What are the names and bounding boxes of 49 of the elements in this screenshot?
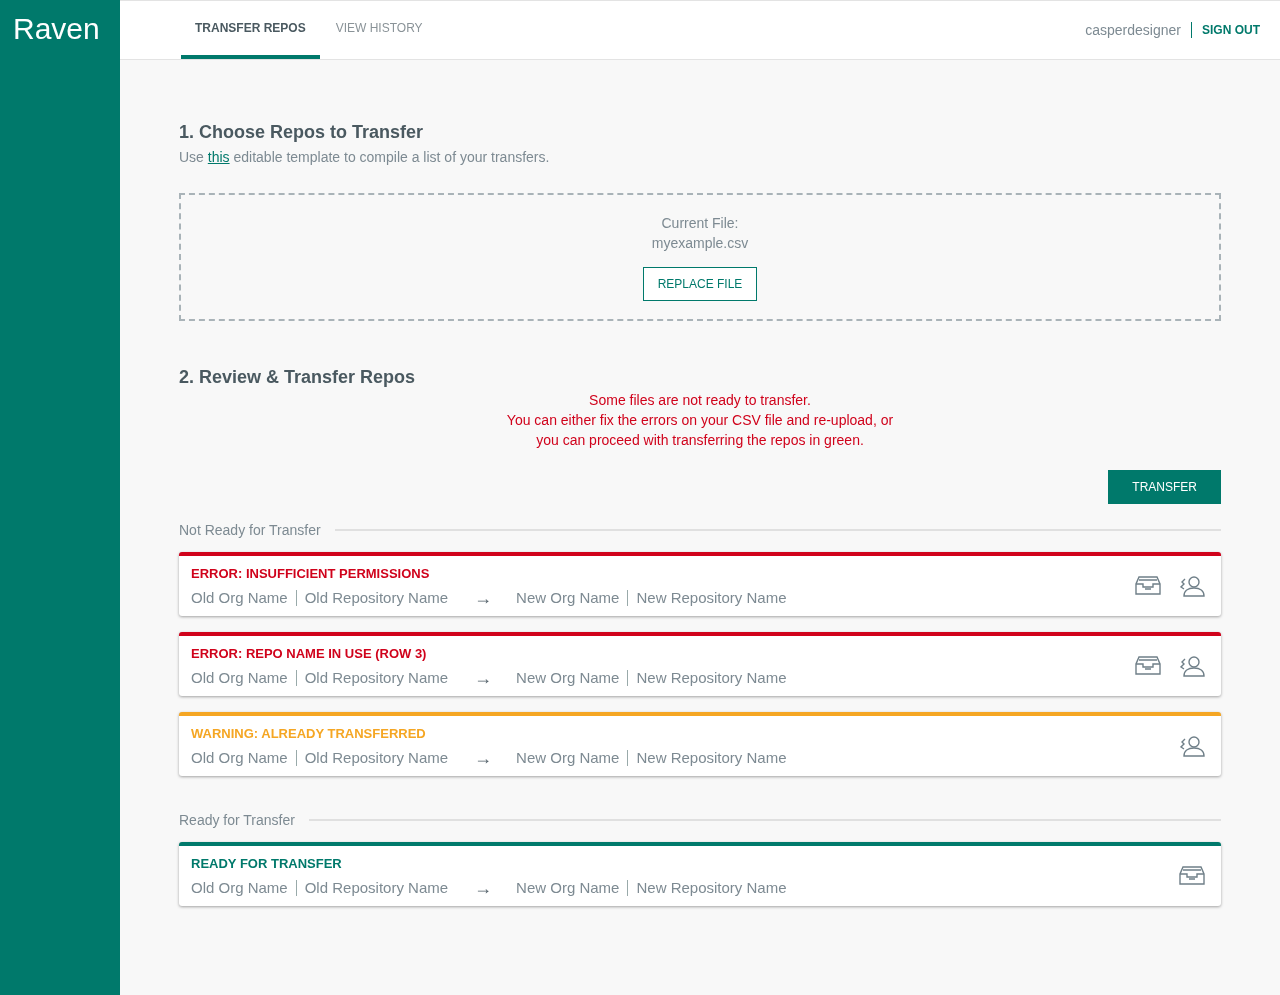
- old-repo-name: Old Repository Name: [304, 669, 449, 686]
- warning-message: Some files are not ready to transfer.: [588, 391, 812, 410]
- file-label: Current File:: [661, 214, 739, 233]
- warning-message: You can either fix the errors on your CSV file and re-upload, or: [505, 411, 895, 430]
- old-org-name: Old Org Name: [191, 749, 288, 766]
- file-name: myexample.csv: [651, 234, 749, 253]
- replace-file-button[interactable]: REPLACE FILE: [642, 267, 758, 301]
- new-repo-name: New Repository Name: [636, 879, 787, 896]
- inbox-icon[interactable]: [1135, 656, 1161, 676]
- new-org-name: New Org Name: [516, 669, 620, 686]
- section-title: 2. Review & Transfer Repos: [179, 367, 417, 388]
- nav-tab[interactable]: VIEW HISTORY: [321, 1, 437, 59]
- intro-text: Use this editable template to compile a list of your transfers.: [179, 149, 550, 165]
- old-org-name: Old Org Name: [191, 879, 288, 896]
- new-repo-name: New Repository Name: [636, 589, 787, 606]
- username: casperdesigner: [1085, 22, 1181, 38]
- group-heading: Not Ready for Transfer: [179, 522, 321, 538]
- old-org-name: Old Org Name: [191, 669, 288, 686]
- arrow-icon: →: [474, 589, 493, 606]
- new-org-name: New Org Name: [516, 879, 620, 896]
- arrow-icon: →: [474, 879, 493, 896]
- group-heading: Ready for Transfer: [179, 812, 295, 828]
- sign-out-link[interactable]: SIGN OUT: [1202, 23, 1260, 37]
- status-label: ERROR: REPO NAME IN USE (ROW 3): [191, 646, 428, 661]
- status-label: READY FOR TRANSFER: [191, 856, 343, 871]
- status-label: ERROR: INSUFFICIENT PERMISSIONS: [191, 566, 431, 581]
- arrow-icon: →: [474, 669, 493, 686]
- inbox-icon[interactable]: [1135, 576, 1161, 596]
- section-title: 1. Choose Repos to Transfer: [179, 122, 425, 143]
- old-org-name: Old Org Name: [191, 589, 288, 606]
- status-label: WARNING: ALREADY TRANSFERRED: [191, 726, 427, 741]
- new-org-name: New Org Name: [516, 589, 620, 606]
- old-repo-name: Old Repository Name: [304, 749, 449, 766]
- arrow-icon: →: [474, 749, 493, 766]
- new-repo-name: New Repository Name: [636, 749, 787, 766]
- warning-message: you can proceed with transferring the repos in green.: [535, 431, 865, 450]
- inbox-icon[interactable]: [1179, 866, 1205, 886]
- user-icon[interactable]: [1179, 575, 1205, 597]
- new-org-name: New Org Name: [516, 749, 620, 766]
- template-link[interactable]: this: [207, 149, 230, 165]
- nav-tab[interactable]: TRANSFER REPOS: [181, 1, 320, 59]
- transfer-button[interactable]: TRANSFER: [1108, 470, 1221, 504]
- file-drop-zone[interactable]: Current File: myexample.csv REPLACE FILE: [179, 193, 1221, 321]
- user-icon[interactable]: [1179, 655, 1205, 677]
- new-repo-name: New Repository Name: [636, 669, 787, 686]
- old-repo-name: Old Repository Name: [304, 589, 449, 606]
- old-repo-name: Old Repository Name: [304, 879, 449, 896]
- user-icon[interactable]: [1179, 735, 1205, 757]
- brand-logo[interactable]: Raven: [0, 0, 100, 46]
